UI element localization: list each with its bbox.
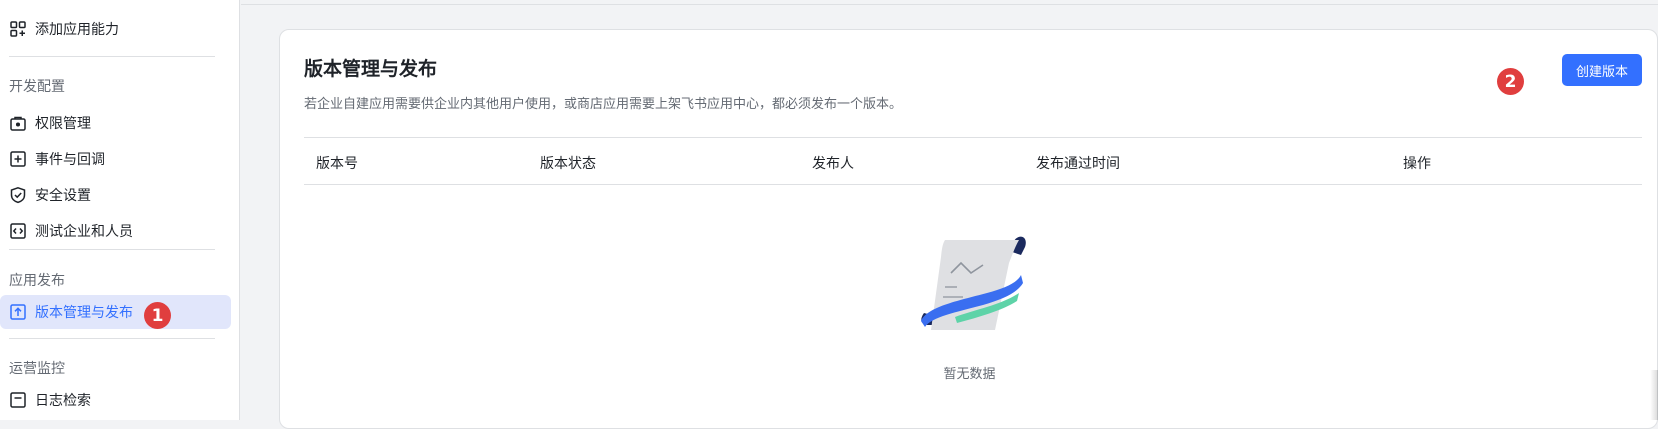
version-management-card: 版本管理与发布 若企业自建应用需要供企业内其他用户使用，或商店应用需要上架飞书应…	[279, 29, 1658, 429]
empty-state-text: 暂无数据	[943, 367, 996, 382]
column-header-publisher: 发布人	[812, 156, 854, 172]
sidebar-divider	[9, 338, 215, 339]
sidebar-item-permissions[interactable]: 权限管理	[0, 105, 232, 141]
column-header-approved-time: 发布通过时间	[1036, 156, 1120, 172]
sidebar: 添加应用能力 开发配置 权限管理 事件与回调 安全设置 测试企业和人员 应用发布…	[0, 0, 240, 420]
table-header: 版本号 版本状态 发布人 发布通过时间 操作	[304, 137, 1642, 185]
column-header-actions: 操作	[1403, 156, 1431, 172]
sidebar-divider	[9, 249, 215, 250]
sidebar-item-label: 权限管理	[35, 116, 91, 132]
shield-check-icon	[9, 186, 27, 204]
sidebar-item-label: 测试企业和人员	[35, 224, 133, 240]
page-description: 若企业自建应用需要供企业内其他用户使用，或商店应用需要上架飞书应用中心，都必须发…	[304, 97, 903, 112]
lock-box-icon	[9, 114, 27, 132]
sidebar-item-log-search[interactable]: 日志检索	[0, 382, 232, 418]
empty-document-illustration	[921, 236, 1026, 330]
sidebar-section-ops-monitor: 运营监控	[9, 361, 65, 377]
sidebar-divider	[9, 56, 215, 57]
top-bar	[241, 0, 1658, 5]
grid-plus-icon	[9, 20, 27, 38]
sidebar-item-security[interactable]: 安全设置	[0, 177, 232, 213]
sidebar-item-events[interactable]: 事件与回调	[0, 141, 232, 177]
sidebar-item-label: 日志检索	[35, 393, 91, 409]
scroll-shadow	[1650, 370, 1658, 420]
sidebar-item-version-release[interactable]: 版本管理与发布	[0, 295, 231, 329]
log-icon	[9, 391, 27, 409]
sidebar-item-add-capability[interactable]: 添加应用能力	[0, 11, 232, 47]
sidebar-item-label: 添加应用能力	[35, 22, 119, 38]
page-title: 版本管理与发布	[304, 58, 438, 80]
sidebar-section-app-publish: 应用发布	[9, 273, 65, 289]
code-square-icon	[9, 222, 27, 240]
column-header-version: 版本号	[316, 156, 358, 172]
step-marker-1: 1	[144, 302, 171, 329]
upload-square-icon	[9, 303, 27, 321]
sidebar-item-label: 版本管理与发布	[35, 305, 133, 321]
sidebar-item-label: 事件与回调	[35, 152, 105, 168]
sidebar-section-dev-config: 开发配置	[9, 79, 65, 95]
sidebar-item-test-org[interactable]: 测试企业和人员	[0, 213, 232, 249]
plus-square-icon	[9, 150, 27, 168]
column-header-status: 版本状态	[540, 156, 596, 172]
step-marker-2: 2	[1497, 68, 1524, 95]
create-version-button[interactable]: 创建版本	[1562, 54, 1642, 86]
sidebar-item-label: 安全设置	[35, 188, 91, 204]
